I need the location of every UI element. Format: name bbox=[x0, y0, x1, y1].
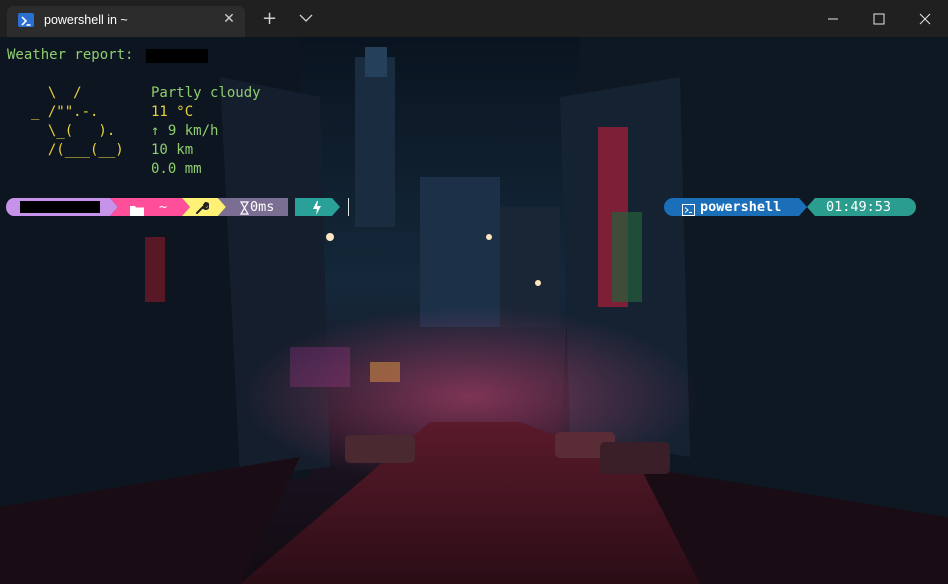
hourglass-icon bbox=[239, 200, 250, 215]
weather-art-line-2: _ /"".-. bbox=[31, 104, 99, 120]
folder-icon bbox=[130, 201, 144, 216]
powershell-icon bbox=[18, 13, 34, 27]
maximize-icon bbox=[873, 13, 885, 25]
text-cursor bbox=[348, 198, 349, 216]
tab-title: powershell in ~ bbox=[44, 13, 128, 27]
close-tab-icon[interactable]: ✕ bbox=[220, 10, 238, 28]
weather-heading: Weather report: bbox=[7, 47, 134, 63]
terminal-icon bbox=[682, 201, 695, 216]
close-icon bbox=[919, 13, 931, 25]
weather-art-line-1: \ / bbox=[31, 85, 82, 101]
weather-art-line-3: \_( ). bbox=[31, 123, 116, 139]
prompt-path: ~ bbox=[159, 199, 168, 215]
wrench-icon bbox=[195, 200, 210, 214]
weather-precipitation: 0.0 mm bbox=[151, 161, 202, 177]
lightning-icon bbox=[311, 200, 323, 215]
weather-wind: ↑ 9 km/h bbox=[151, 123, 219, 139]
minimize-button[interactable] bbox=[810, 0, 856, 37]
minimize-icon bbox=[828, 18, 838, 20]
weather-temperature: 11 °C bbox=[151, 104, 194, 120]
prompt-exec-time: 0ms bbox=[250, 199, 275, 215]
weather-visibility: 10 km bbox=[151, 142, 194, 158]
redacted-location bbox=[146, 49, 208, 63]
title-bar: powershell in ~ ✕ + bbox=[0, 0, 948, 37]
prompt-shell: powershell bbox=[700, 199, 782, 215]
terminal-output[interactable]: Weather report: \ / _ /"".-. \_( ). /(__… bbox=[0, 37, 948, 584]
maximize-button[interactable] bbox=[856, 0, 902, 37]
prompt-segments bbox=[6, 198, 340, 216]
terminal-tab[interactable]: powershell in ~ ✕ bbox=[7, 6, 245, 37]
prompt-time: 01:49:53 bbox=[826, 199, 892, 215]
weather-condition: Partly cloudy bbox=[151, 85, 261, 101]
close-window-button[interactable] bbox=[902, 0, 948, 37]
chevron-down-icon[interactable] bbox=[298, 10, 314, 26]
new-tab-button[interactable]: + bbox=[262, 9, 277, 29]
weather-art-line-4: /(___(__) bbox=[31, 142, 124, 158]
